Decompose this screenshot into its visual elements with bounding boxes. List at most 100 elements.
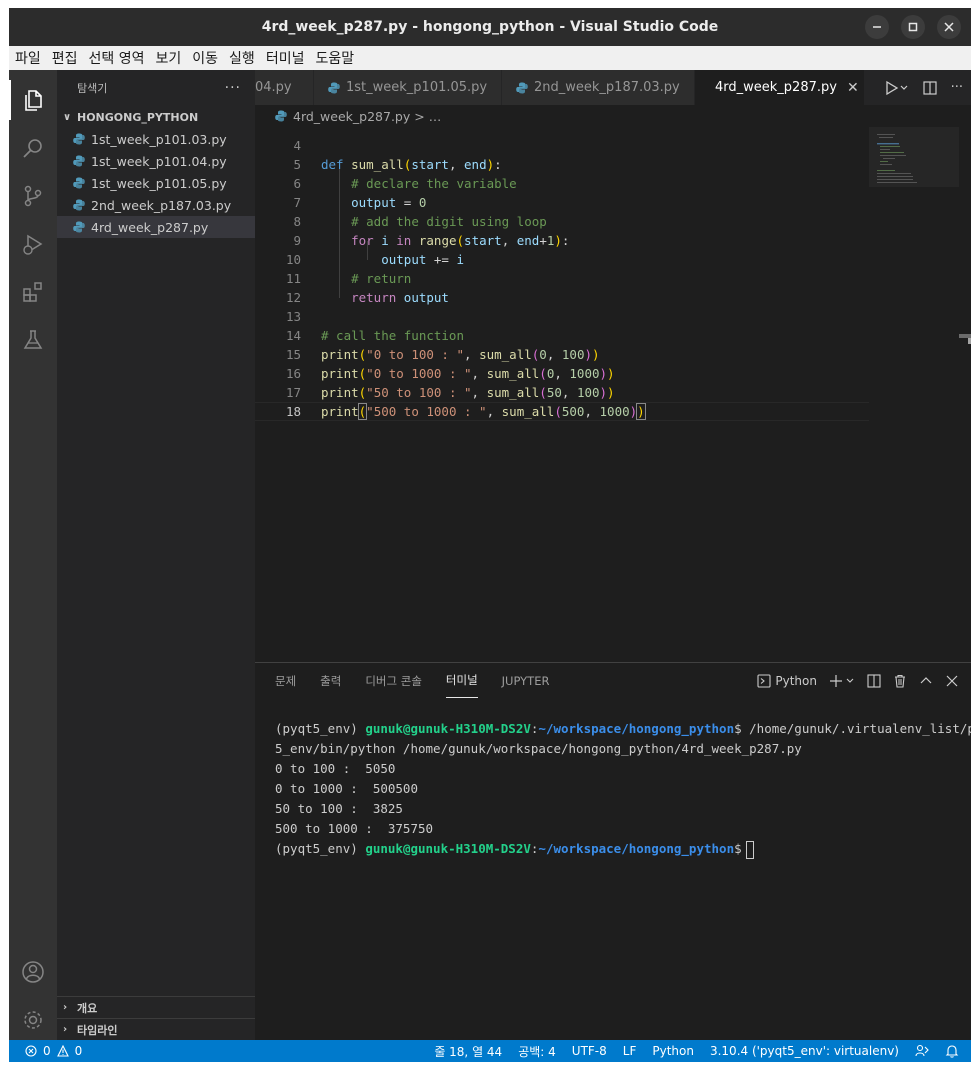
string-literal: "0 to 100 : " [366, 347, 465, 362]
file-item[interactable]: 2nd_week_p187.03.py [57, 194, 255, 216]
folder-hongong-python[interactable]: ∨ HONGONG_PYTHON [57, 106, 255, 128]
outline-label: 개요 [77, 1001, 98, 1015]
chevron-down-icon: ∨ [63, 111, 72, 123]
code-text: # add the digit using loop [321, 214, 547, 229]
menu-view[interactable]: 보기 [156, 48, 182, 68]
tab-jupyter[interactable]: JUPYTER [502, 663, 550, 698]
split-terminal-icon[interactable] [867, 673, 881, 688]
menu-edit[interactable]: 편집 [52, 48, 78, 68]
python-file-icon [73, 133, 85, 145]
terminal-line: (pyqt5_env) gunuk@gunuk-H310M-DS2V:~/wor… [275, 839, 955, 859]
terminal-cursor [745, 840, 754, 859]
python-file-icon [73, 199, 85, 211]
file-item[interactable]: 1st_week_p101.03.py [57, 128, 255, 150]
tab-1st-week-p101-05[interactable]: 1st_week_p101.05.py [314, 70, 502, 105]
menu-run[interactable]: 실행 [229, 48, 255, 68]
close-window-button[interactable] [937, 15, 961, 39]
line-number: 15 [285, 347, 301, 362]
tab-close-icon[interactable]: ✕ [847, 80, 859, 96]
menu-terminal[interactable]: 터미널 [266, 48, 305, 68]
code-editor[interactable]: 4 5 def sum_all(start, end): 6 # declare… [255, 127, 971, 662]
status-bar: 0 0 줄 18, 열 44 공백: 4 UTF-8 LF Python 3.1… [9, 1040, 971, 1062]
file-item[interactable]: 1st_week_p101.04.py [57, 150, 255, 172]
minimize-button[interactable] [865, 15, 889, 39]
close-panel-icon[interactable] [945, 674, 959, 688]
error-count: 0 [43, 1044, 51, 1058]
panel-tabs: 문제 출력 디버그 콘솔 터미널 JUPYTER [275, 663, 549, 698]
breadcrumb-symbols[interactable]: > … [414, 109, 441, 124]
testing-flask-icon[interactable] [21, 328, 45, 352]
tab-debug-console[interactable]: 디버그 콘솔 [365, 663, 422, 698]
maximize-button[interactable] [901, 15, 925, 39]
trash-icon[interactable] [893, 674, 907, 688]
code-text: def sum_all(start, end): [321, 157, 502, 172]
feedback-icon[interactable] [915, 1044, 929, 1058]
activity-bar [9, 70, 57, 1040]
string-literal: "50 to 100 : " [366, 385, 472, 400]
string-literal: "0 to 1000 : " [366, 366, 472, 381]
line-number: 10 [285, 252, 301, 267]
prompt-symbol: $ [734, 841, 742, 856]
tab-2nd-week-p187-03[interactable]: 2nd_week_p187.03.py [502, 70, 695, 105]
title-bar: 4rd_week_p287.py - hongong_python - Visu… [9, 8, 971, 46]
tab-terminal[interactable]: 터미널 [445, 663, 478, 698]
code-line: 8 # add the digit using loop [255, 212, 869, 231]
bell-icon[interactable] [945, 1044, 959, 1058]
cwd: ~/workspace/hongong_python [538, 841, 735, 856]
indentation[interactable]: 공백: 4 [518, 1043, 556, 1060]
run-debug-icon[interactable] [21, 232, 45, 256]
code-line: 15 print("0 to 100 : ", sum_all(0, 100)) [255, 345, 869, 364]
explorer-icon[interactable] [21, 88, 45, 112]
terminal-line: 50 to 100 : 3825 [275, 801, 403, 816]
end-of-line[interactable]: LF [623, 1044, 637, 1058]
new-terminal-icon[interactable] [829, 674, 855, 688]
menu-selection[interactable]: 선택 영역 [89, 48, 145, 68]
encoding[interactable]: UTF-8 [572, 1044, 607, 1058]
file-item-selected[interactable]: 4rd_week_p287.py [57, 216, 255, 238]
extensions-icon[interactable] [21, 280, 45, 304]
minimize-icon [873, 26, 881, 28]
comment: # declare the variable [351, 176, 517, 191]
search-icon[interactable] [21, 136, 45, 160]
timeline-section[interactable]: › 타임라인 [57, 1018, 255, 1040]
breadcrumb-file[interactable]: 4rd_week_p287.py [293, 109, 410, 124]
file-item[interactable]: 1st_week_p101.05.py [57, 172, 255, 194]
python-file-icon [328, 82, 340, 93]
tab-1st-week-p101-04[interactable]: 04.py [255, 70, 314, 105]
split-editor-icon[interactable] [922, 80, 937, 95]
language-mode[interactable]: Python [652, 1044, 694, 1058]
menu-file[interactable]: 파일 [15, 48, 41, 68]
warning-icon [56, 1045, 69, 1057]
gear-icon[interactable] [21, 1008, 45, 1032]
more-actions-icon[interactable]: ··· [225, 80, 241, 96]
python-file-icon [73, 221, 85, 233]
menu-help[interactable]: 도움말 [315, 48, 354, 68]
run-python-icon[interactable] [885, 80, 909, 96]
code-text: # return [321, 271, 411, 286]
editor-scrollbar[interactable] [959, 127, 971, 662]
cursor-position[interactable]: 줄 18, 열 44 [434, 1043, 502, 1060]
tab-output[interactable]: 출력 [320, 663, 341, 698]
more-actions-icon[interactable]: ··· [951, 80, 963, 95]
file-label: 4rd_week_p287.py [91, 219, 209, 235]
timeline-label: 타임라인 [77, 1023, 118, 1037]
terminal-panel: 문제 출력 디버그 콘솔 터미널 JUPYTER Python (pyqt5_e… [255, 662, 971, 1040]
terminal-profile-icon [757, 673, 771, 688]
terminal-profile-label[interactable]: Python [775, 674, 817, 688]
file-label: 1st_week_p101.04.py [91, 153, 227, 169]
line-number: 5 [293, 157, 301, 172]
code-text: output += i [381, 252, 465, 267]
tab-4rd-week-p287[interactable]: 4rd_week_p287.py ✕ [695, 70, 865, 105]
tab-problems[interactable]: 문제 [275, 663, 296, 698]
file-label: 1st_week_p101.05.py [91, 175, 227, 191]
python-interpreter[interactable]: 3.10.4 ('pyqt5_env': virtualenv) [710, 1044, 899, 1058]
source-control-icon[interactable] [21, 184, 45, 208]
minimap[interactable] [869, 127, 959, 662]
outline-section[interactable]: › 개요 [57, 996, 255, 1018]
string-literal: "500 to 1000 : " [366, 404, 487, 419]
menu-go[interactable]: 이동 [192, 48, 218, 68]
chevron-up-icon[interactable] [919, 674, 933, 688]
terminal-output[interactable]: (pyqt5_env) gunuk@gunuk-H310M-DS2V:~/wor… [275, 719, 971, 859]
account-icon[interactable] [21, 960, 45, 984]
problems-indicator[interactable]: 0 0 [25, 1044, 82, 1058]
